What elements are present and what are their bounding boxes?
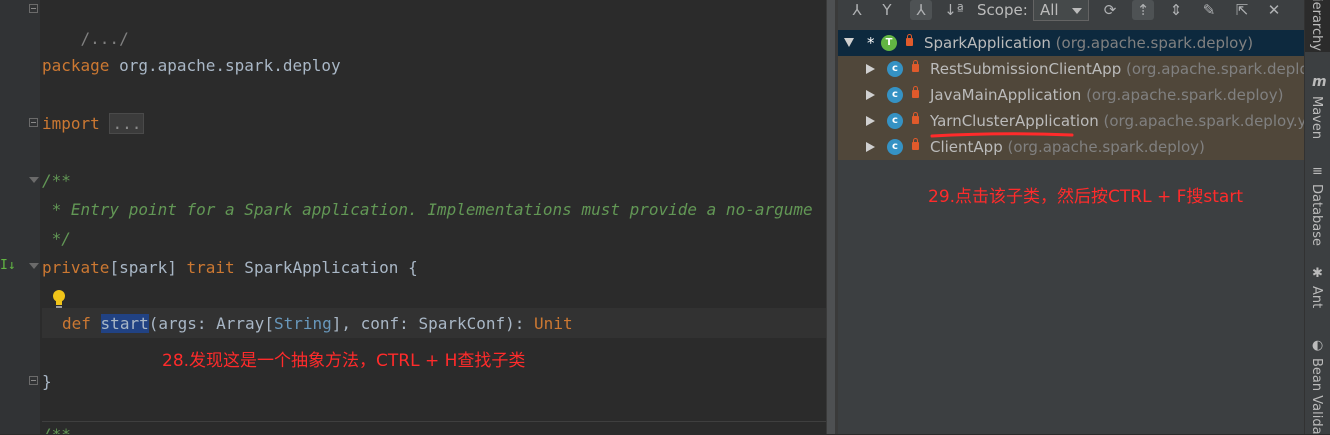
expand-arrow-icon[interactable] [844,38,854,47]
string-type: String [273,314,332,333]
tree-item-label: SparkApplication (org.apache.spark.deplo… [924,34,1254,52]
method-args-rest: ], conf: SparkConf): [331,314,535,333]
code-editor[interactable]: /.../ package org.apache.spark.deploy im… [0,0,826,434]
maven-tool-button[interactable]: m Maven [1305,74,1330,144]
subtypes-hierarchy-icon[interactable]: ⅄ [846,0,868,20]
close-icon[interactable]: ✕ [1263,0,1285,20]
package-name: org.apache.spark.deploy [109,56,341,75]
maven-icon: m [1312,74,1327,90]
trait-keyword: trait [186,258,235,277]
expand-arrow-icon[interactable] [866,90,875,100]
code-line-trait: private[spark] trait SparkApplication { [42,253,418,282]
code-line-doc-text: * Entry point for a Spark application. I… [42,195,813,224]
code-line-import: import ... [42,109,145,138]
expand-all-icon[interactable]: ⇕ [1165,0,1187,20]
type-hierarchy-icon[interactable]: Y [876,0,898,20]
class-icon: c [887,87,903,103]
bean-validation-tool-label: Bean Valida [1309,358,1324,435]
code-line-doc-close: */ [42,224,71,253]
lock-icon [906,34,913,46]
database-icon: ≡ [1312,164,1323,179]
ant-icon: ✱ [1312,266,1323,281]
doc-comment-close: */ [42,229,71,248]
trait-name: SparkApplication { [234,258,418,277]
tree-item-label: JavaMainApplication (org.apache.spark.de… [930,86,1284,104]
package-keyword: package [42,56,110,75]
method-start[interactable]: start [100,314,149,333]
import-keyword: import [42,114,100,133]
fold-toggle-header[interactable] [29,4,38,13]
code-line-package: package org.apache.spark.deploy [42,51,341,80]
autoscroll-to-source-icon[interactable]: ⇡ [1132,0,1154,20]
hierarchy-tool-button[interactable]: ierarchy [1305,0,1330,52]
doc-comment-text: * Entry point for a Spark application. I… [42,200,813,219]
annotation-step-29: 29.点击该子类，然后按CTRL + F搜start [928,187,1243,207]
supertypes-hierarchy-icon[interactable]: ⅄ [910,0,932,20]
fold-toggle-close[interactable] [29,376,38,385]
unit-type: Unit [534,314,573,333]
open-in-new-icon[interactable]: ⇱ [1231,0,1253,20]
lock-icon [912,138,919,150]
bean-icon: ◐ [1312,338,1324,353]
doc-comment-open: /** [42,171,71,190]
lock-icon [912,86,919,98]
lock-icon [912,60,919,72]
refresh-icon[interactable]: ⟳ [1099,0,1121,20]
pin-icon[interactable]: ✎ [1198,0,1220,20]
ant-tool-label: Ant [1309,286,1324,309]
class-icon: c [887,113,903,129]
scope-dropdown[interactable]: All [1033,0,1089,21]
code-line-def: def start(args: Array[String], conf: Spa… [62,309,573,338]
chevron-down-icon [1072,8,1082,14]
access-qualifier: [spark] [109,258,187,277]
tree-row-child[interactable]: c RestSubmissionClientApp (org.apache.sp… [838,56,1304,82]
database-tool-button[interactable]: ≡ Database [1305,164,1330,247]
code-line-header: /.../ [42,0,129,48]
collapsed-imports[interactable]: ... [109,113,145,134]
tree-row-root[interactable]: * T SparkApplication (org.apache.spark.d… [838,30,1304,56]
fold-toggle-import[interactable] [29,118,38,127]
expand-arrow-icon[interactable] [866,116,875,126]
bean-validation-tool-button[interactable]: ◐ Bean Valida [1305,338,1330,435]
maven-tool-label: Maven [1309,96,1324,140]
method-separator [42,421,826,422]
class-icon: c [887,139,903,155]
hierarchy-tool-label: ierarchy [1309,0,1324,52]
trait-icon: T [881,35,897,51]
code-line-close: } [42,367,52,396]
def-keyword: def [62,314,91,333]
scope-label: Scope: [977,1,1028,19]
close-brace: } [42,372,52,391]
lock-icon [912,112,919,124]
editor-scroll-thumb[interactable] [827,0,835,434]
tree-row-child[interactable]: c JavaMainApplication (org.apache.spark.… [838,82,1304,108]
lightbulb-icon[interactable] [50,289,68,309]
expand-arrow-icon[interactable] [866,64,875,74]
fold-toggle-trait[interactable] [29,263,39,269]
right-tool-stripe: ierarchy m Maven ≡ Database ✱ Ant ◐ Bean… [1304,0,1330,435]
annotation-step-28: 28.发现这是一个抽象方法，CTRL + H查找子类 [162,351,526,371]
hierarchy-toolbar: ⅄ Y ⅄ ↓ª Scope: All ⟳ ⇡ ⇕ ✎ ⇱ ✕ [838,0,1304,21]
scope-value: All [1040,1,1059,19]
ant-tool-button[interactable]: ✱ Ant [1305,266,1330,316]
next-doc-comment: /** [42,425,71,434]
database-tool-label: Database [1309,184,1324,247]
method-args: (args: Array[ [148,314,274,333]
class-icon: c [887,61,903,77]
code-line-next-doc: /** [42,420,71,434]
red-underline-mark [930,132,1074,138]
fold-toggle-doc[interactable] [29,177,39,183]
collapsed-header[interactable]: /.../ [81,29,129,48]
tree-item-label: RestSubmissionClientApp (org.apache.spar… [930,60,1304,78]
sort-alphabetically-icon[interactable]: ↓ª [943,0,965,20]
implemented-gutter-icon[interactable]: I↓ [0,258,16,273]
code-line-doc-open: /** [42,166,71,195]
expand-arrow-icon[interactable] [866,142,875,152]
private-keyword: private [42,258,110,277]
hierarchy-panel: ⅄ Y ⅄ ↓ª Scope: All ⟳ ⇡ ⇕ ✎ ⇱ ✕ * T Spar… [838,0,1304,434]
star-icon: * [867,34,875,52]
editor-gutter [0,0,40,434]
